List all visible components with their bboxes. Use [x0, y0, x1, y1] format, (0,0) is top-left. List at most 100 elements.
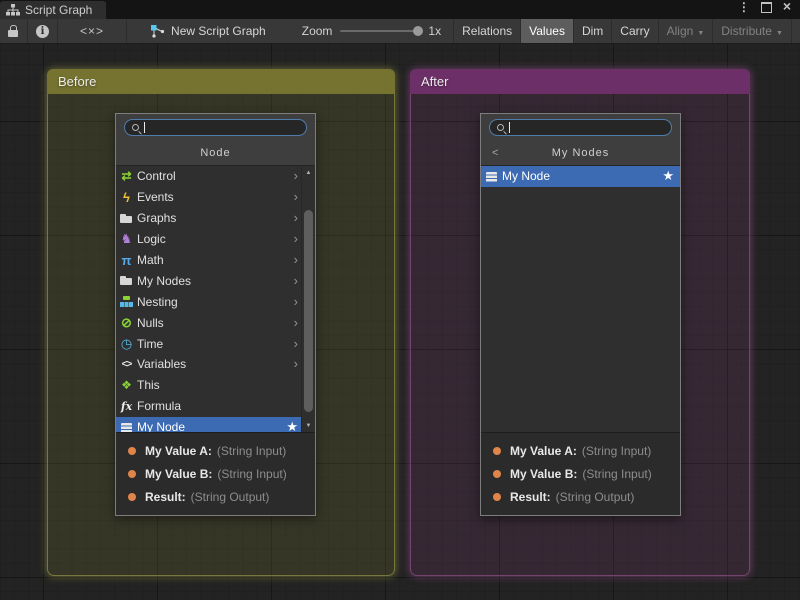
- finder-breadcrumb: Node: [116, 140, 315, 166]
- group-before-header[interactable]: Before: [47, 69, 395, 94]
- window-controls: [738, 0, 800, 19]
- port-dot-icon: [128, 447, 136, 455]
- finder-item-this[interactable]: This: [116, 375, 315, 396]
- chevron-right-icon: [294, 276, 298, 286]
- info-button[interactable]: [28, 19, 58, 43]
- text-caret: [144, 122, 145, 133]
- search-input[interactable]: [124, 119, 307, 136]
- variables-icon: [119, 357, 134, 372]
- search-icon: [131, 123, 141, 133]
- events-icon: [119, 190, 134, 205]
- port-name: My Value B:: [510, 467, 577, 481]
- nesting-icon: [119, 294, 134, 309]
- graphs-icon: [119, 211, 134, 226]
- toolbar-toggle-group: Relations Values DimCarry Align DistributeOv…: [453, 19, 800, 43]
- finder-item-label: My Node: [137, 420, 185, 432]
- toolbar-button-values[interactable]: Values: [520, 19, 573, 43]
- graph-canvas[interactable]: Before After Node Control Events Graphs Log…: [0, 44, 800, 600]
- scrollbar[interactable]: [301, 166, 315, 432]
- finder-item-label: Variables: [137, 357, 186, 371]
- port-row: My Value A: (String Input): [116, 444, 315, 458]
- toolbar-button-align[interactable]: Align: [658, 19, 713, 43]
- chevron-down-icon: [697, 24, 704, 38]
- port-type: (String Output): [556, 490, 635, 504]
- tab-title: Script Graph: [25, 3, 92, 17]
- toolbar-button-label: Values: [529, 24, 565, 38]
- chevron-right-icon: [294, 234, 298, 244]
- finder-search-area: [116, 114, 315, 140]
- finder-item-nulls[interactable]: Nulls: [116, 312, 315, 333]
- chevron-right-icon: [294, 339, 298, 349]
- window-tab-bar: Script Graph: [0, 0, 800, 19]
- finder-item-label: Graphs: [137, 211, 176, 225]
- search-input[interactable]: [489, 119, 672, 136]
- scrollbar-thumb[interactable]: [304, 210, 313, 412]
- port-name: My Value A:: [510, 444, 577, 458]
- finder-item-label: This: [137, 378, 160, 392]
- finder-item-label: Control: [137, 169, 176, 183]
- graph-toolbar: <×> New Script Graph Zoom 1x RelationsVa…: [0, 19, 800, 44]
- maximize-icon[interactable]: [761, 2, 772, 13]
- scroll-down-button[interactable]: [302, 420, 315, 431]
- nulls-icon: [119, 315, 134, 330]
- port-type: (String Input): [217, 444, 286, 458]
- tab-script-graph[interactable]: Script Graph: [0, 1, 106, 19]
- close-icon[interactable]: [783, 0, 791, 16]
- new-graph-label: New Script Graph: [171, 24, 266, 38]
- finder-item-my-nodes[interactable]: My Nodes: [116, 270, 315, 291]
- finder-item-time[interactable]: Time: [116, 333, 315, 354]
- back-button[interactable]: <: [492, 147, 498, 159]
- finder-item-nesting[interactable]: Nesting: [116, 291, 315, 312]
- toolbar-button-distribute[interactable]: Distribute: [712, 19, 791, 43]
- finder-item-control[interactable]: Control: [116, 166, 315, 187]
- finder-item-my-node[interactable]: My Node: [116, 417, 315, 432]
- finder-item-formula[interactable]: Formula: [116, 396, 315, 417]
- toolbar-button-overview[interactable]: Overview: [791, 19, 800, 43]
- finder-item-graphs[interactable]: Graphs: [116, 208, 315, 229]
- zoom-slider[interactable]: [340, 30, 420, 32]
- finder-item-events[interactable]: Events: [116, 187, 315, 208]
- finder-item-math[interactable]: Math: [116, 250, 315, 271]
- star-icon[interactable]: [286, 419, 298, 432]
- chevron-right-icon: [294, 192, 298, 202]
- finder-item-logic[interactable]: Logic: [116, 229, 315, 250]
- code-view-button[interactable]: <×>: [58, 19, 127, 43]
- finder-item-label: Nulls: [137, 316, 164, 330]
- finder-item-variables[interactable]: Variables: [116, 354, 315, 375]
- lock-button[interactable]: [0, 19, 28, 43]
- star-icon[interactable]: [662, 168, 674, 184]
- lock-icon: [8, 25, 19, 37]
- logic-icon: [119, 232, 134, 247]
- port-type: (String Input): [582, 444, 651, 458]
- new-graph-icon: [151, 25, 165, 38]
- port-dot-icon: [128, 493, 136, 501]
- port-row: My Value B:(String Input): [481, 467, 680, 481]
- chevron-right-icon: [294, 213, 298, 223]
- finder-item-label: My Nodes: [137, 274, 191, 288]
- new-script-graph-button[interactable]: New Script Graph: [141, 19, 276, 43]
- port-dot-icon: [493, 447, 501, 455]
- toolbar-button-relations[interactable]: Relations: [453, 19, 520, 43]
- port-name: My Value A:: [145, 444, 212, 458]
- toolbar-button-carry[interactable]: Carry: [611, 19, 657, 43]
- finder-item-label: Math: [137, 253, 164, 267]
- finder-list: My Node: [481, 166, 680, 432]
- chevron-right-icon: [294, 318, 298, 328]
- zoom-slider-handle[interactable]: [413, 26, 423, 36]
- my-nodes-icon: [119, 273, 134, 288]
- port-row: My Value A: (String Input): [481, 444, 680, 458]
- script-graph-icon: [6, 4, 20, 16]
- finder-header-label: Node: [200, 147, 230, 159]
- toolbar-button-label: Align: [667, 24, 694, 38]
- text-caret: [509, 122, 510, 133]
- port-type: (String Output): [191, 490, 270, 504]
- toolbar-button-dim[interactable]: Dim: [573, 19, 611, 43]
- kebab-menu-icon[interactable]: [738, 0, 750, 16]
- finder-header-label: My Nodes: [552, 147, 610, 159]
- this-icon: [119, 378, 134, 393]
- finder-item-my-node[interactable]: My Node: [481, 166, 680, 187]
- group-after-header[interactable]: After: [410, 69, 750, 94]
- chevron-down-icon: [776, 24, 783, 38]
- port-name: My Value B:: [145, 467, 212, 481]
- scroll-up-button[interactable]: [302, 167, 315, 178]
